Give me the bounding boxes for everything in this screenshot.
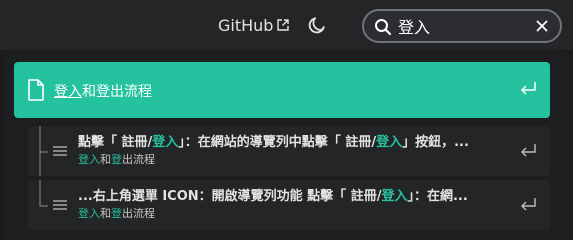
search-input[interactable] <box>398 15 528 37</box>
enter-icon <box>520 82 536 95</box>
tree-line-icon <box>39 180 48 207</box>
search-hit-title-rest: 和登出流程 <box>82 84 152 100</box>
search-hit-content: ...右上角選單 ICON：開啟導覽列功能 點擊「 註冊/登入」：在網... 登… <box>78 188 508 222</box>
search-hit-breadcrumb: 登入和登出流程 <box>78 207 155 220</box>
search-hit-snippet: ...右上角選單 ICON：開啟導覽列功能 點擊「 註冊/登入」：在網... <box>78 189 468 204</box>
search-results-dropdown: 登入和登出流程 點擊「 註冊/登入」：在網站的導覽列中點擊「 註冊/登入」按鈕，… <box>4 50 569 240</box>
document-icon <box>28 79 44 101</box>
search-hit-breadcrumb: 登入和登出流程 <box>78 153 155 166</box>
search-hit-content: 點擊「 註冊/登入」：在網站的導覽列中點擊「 註冊/登入」按鈕，... 登入和登… <box>78 134 508 168</box>
search-hit-snippet: 點擊「 註冊/登入」：在網站的導覽列中點擊「 註冊/登入」按鈕，... <box>78 135 469 150</box>
navbar: GitHub <box>0 0 573 50</box>
search-hit-title-highlight: 登入 <box>54 84 82 100</box>
search-hit-section[interactable]: ...右上角選單 ICON：開啟導覽列功能 點擊「 註冊/登入」：在網... 登… <box>28 180 550 230</box>
enter-icon <box>521 198 536 211</box>
search-box[interactable] <box>362 9 562 43</box>
github-link[interactable]: GitHub <box>218 14 290 36</box>
search-hit-title: 登入和登出流程 <box>54 81 152 101</box>
external-link-icon <box>277 19 290 31</box>
close-icon[interactable] <box>534 18 550 34</box>
search-hit-section[interactable]: 點擊「 註冊/登入」：在網站的導覽列中點擊「 註冊/登入」按鈕，... 登入和登… <box>28 126 550 176</box>
tree-line-icon <box>39 126 48 176</box>
theme-toggle-button[interactable] <box>306 14 328 36</box>
moon-icon <box>308 17 325 34</box>
search-hit-page[interactable]: 登入和登出流程 <box>14 62 550 118</box>
search-icon <box>375 19 392 36</box>
lines-icon <box>53 146 67 156</box>
lines-icon <box>53 200 67 210</box>
enter-icon <box>521 144 536 157</box>
github-link-label: GitHub <box>218 15 274 35</box>
